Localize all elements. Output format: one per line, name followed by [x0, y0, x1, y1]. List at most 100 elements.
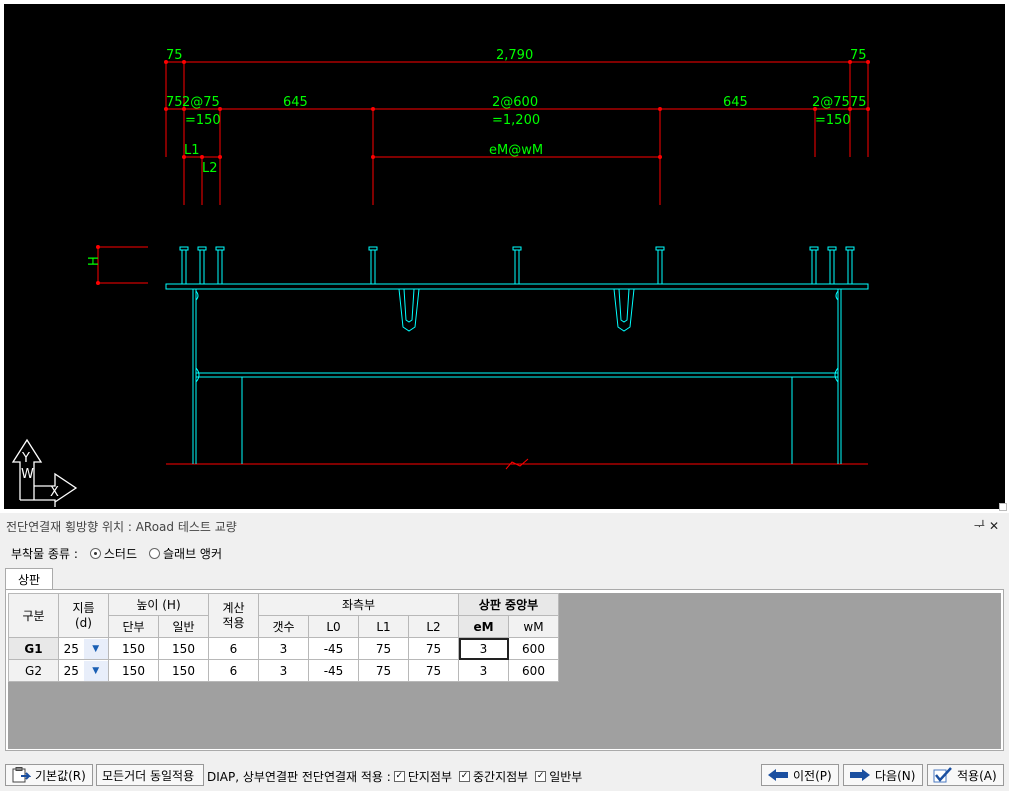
- resize-grip[interactable]: [999, 503, 1007, 511]
- svg-text:W: W: [21, 467, 34, 482]
- stud: [809, 246, 819, 284]
- cell-calc[interactable]: 6: [208, 637, 259, 660]
- header-gubun: 구분: [8, 593, 59, 638]
- ucs-axis-labels: Y W X: [21, 451, 59, 500]
- shear-studs: [179, 246, 855, 284]
- checkbox-mid-support-label: 중간지점부: [473, 770, 529, 784]
- panel-controls[interactable]: ᆛ✕: [974, 517, 1003, 534]
- attachment-type-group: 부착물 종류 : 스터드 슬래브 앵커: [11, 545, 222, 562]
- cell-wm[interactable]: 600: [508, 659, 559, 682]
- radio-dot[interactable]: [89, 548, 101, 559]
- diameter-combo[interactable]: 25 ▼: [58, 659, 109, 682]
- chevron-down-icon[interactable]: ▼: [83, 638, 108, 659]
- apply-button-label: 적용(A): [957, 768, 997, 783]
- header-em: eM: [458, 615, 509, 638]
- svg-text:X: X: [50, 485, 59, 500]
- attachment-label: 부착물 종류 :: [11, 547, 78, 561]
- clipboard-icon: [12, 767, 31, 783]
- cell-count[interactable]: 3: [258, 659, 309, 682]
- pin-icon[interactable]: ᆛ: [974, 519, 989, 533]
- cell-calc[interactable]: 6: [208, 659, 259, 682]
- table-row: G2 25 ▼ 150 150 6 3 -45 75 75 3 600: [8, 659, 559, 682]
- girder-section: [165, 283, 869, 464]
- header-count: 갯수: [258, 615, 309, 638]
- header-h-end: 단부: [108, 615, 159, 638]
- stud: [845, 246, 855, 284]
- apply-button[interactable]: 적용(A): [927, 764, 1004, 786]
- diameter-value[interactable]: 25: [59, 642, 84, 656]
- stud: [197, 246, 207, 284]
- cell-l0[interactable]: -45: [308, 659, 359, 682]
- header-calc: 계산 적용: [208, 593, 259, 638]
- panel-title: 전단연결재 횡방향 위치 : ARoad 테스트 교량: [6, 520, 237, 534]
- header-left: 좌측부: [258, 593, 459, 616]
- cell-l1[interactable]: 75: [358, 637, 409, 660]
- cell-em[interactable]: 3: [458, 637, 509, 660]
- cross-section-drawing: 75 2,790 75 75 2@75 =150 645 2@600 =1,20…: [11, 48, 870, 507]
- arrow-right-icon: [850, 769, 870, 781]
- drawing-viewport[interactable]: 75 2,790 75 75 2@75 =150 645 2@600 =1,20…: [0, 0, 1009, 513]
- cell-h-end[interactable]: 150: [108, 637, 159, 660]
- prev-button-label: 이전(P): [793, 768, 832, 783]
- next-button-label: 다음(N): [875, 768, 916, 783]
- diameter-combo[interactable]: 25 ▼: [58, 637, 109, 660]
- row-name: G2: [8, 659, 59, 682]
- radio-slab-anchor[interactable]: 슬래브 앵커: [149, 545, 222, 562]
- prev-button[interactable]: 이전(P): [761, 764, 839, 786]
- checkbox-end-support-label: 단지점부: [407, 770, 452, 784]
- cell-h-gen[interactable]: 150: [158, 659, 209, 682]
- header-diameter: 지름 (d): [58, 593, 109, 638]
- cell-l2[interactable]: 75: [408, 659, 459, 682]
- stud: [512, 246, 522, 284]
- dim-l2at75: 2@75: [182, 95, 220, 110]
- header-height: 높이 (H): [108, 593, 209, 616]
- stud: [179, 246, 189, 284]
- checkbox-mid-support[interactable]: ✓: [459, 771, 470, 782]
- cell-h-gen[interactable]: 150: [158, 637, 209, 660]
- diameter-value[interactable]: 25: [59, 664, 84, 678]
- table-row: G1 25 ▼ 150 150 6 3 -45 75 75 3 600: [8, 637, 559, 660]
- apply-options-label: DIAP, 상부연결판 전단연결재 적용 :: [207, 770, 391, 784]
- dim-right-75: 75: [850, 48, 867, 63]
- dim-r150: =150: [815, 113, 851, 128]
- cell-wm[interactable]: 600: [508, 637, 559, 660]
- radio-dot[interactable]: [149, 548, 160, 559]
- stud: [655, 246, 665, 284]
- header-l2: L2: [408, 615, 459, 638]
- checkbox-end-support[interactable]: ✓: [393, 771, 405, 782]
- apply-all-girders-button[interactable]: 모든거더 동일적용: [96, 764, 204, 786]
- close-icon[interactable]: ✕: [989, 519, 1003, 533]
- apply-all-girders-label: 모든거더 동일적용: [102, 768, 195, 783]
- cell-l2[interactable]: 75: [408, 637, 459, 660]
- cell-h-end[interactable]: 150: [108, 659, 159, 682]
- header-wm: wM: [508, 615, 559, 638]
- drawing-canvas[interactable]: 75 2,790 75 75 2@75 =150 645 2@600 =1,20…: [4, 4, 1005, 509]
- dim-l75: 75: [166, 95, 183, 110]
- stud: [215, 246, 225, 284]
- default-button[interactable]: 기본값(R): [5, 764, 93, 786]
- cell-em[interactable]: 3: [458, 659, 509, 682]
- tab-deck[interactable]: 상판: [5, 568, 53, 590]
- label-L1: L1: [184, 143, 200, 158]
- checkbox-general-label: 일반부: [549, 770, 583, 784]
- dim-l150: =150: [185, 113, 221, 128]
- default-button-label: 기본값(R): [35, 768, 86, 783]
- label-L2: L2: [202, 161, 218, 176]
- check-icon: [933, 767, 952, 783]
- dim-total: 2,790: [496, 48, 533, 63]
- cell-count[interactable]: 3: [258, 637, 309, 660]
- stud: [827, 246, 837, 284]
- header-l1: L1: [358, 615, 409, 638]
- svg-text:Y: Y: [21, 451, 30, 466]
- checkbox-general[interactable]: ✓: [535, 771, 547, 782]
- next-button[interactable]: 다음(N): [843, 764, 923, 786]
- cell-l0[interactable]: -45: [308, 637, 359, 660]
- chevron-down-icon[interactable]: ▼: [83, 660, 108, 681]
- action-bar: 기본값(R) 모든거더 동일적용 DIAP, 상부연결판 전단연결재 적용 : …: [0, 764, 1009, 789]
- label-H: H: [87, 256, 102, 266]
- arrow-left-icon: [768, 769, 788, 781]
- cell-l1[interactable]: 75: [358, 659, 409, 682]
- apply-options: DIAP, 상부연결판 전단연결재 적용 : ✓ 단지점부 ✓ 중간지점부 ✓ …: [207, 768, 582, 785]
- dim-left-75: 75: [166, 48, 183, 63]
- radio-stud[interactable]: 스터드: [89, 545, 137, 562]
